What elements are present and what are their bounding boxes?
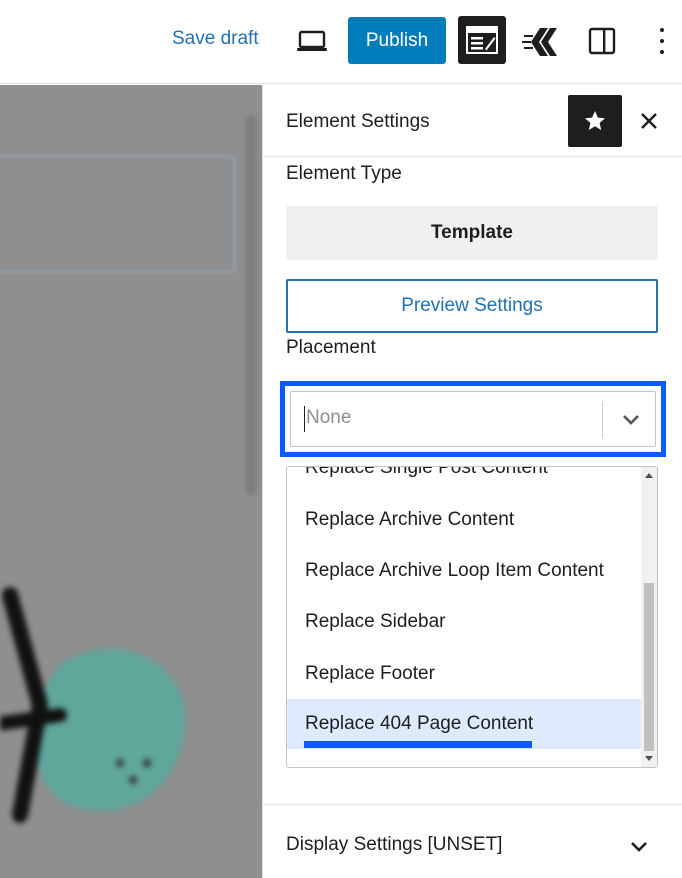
- display-settings-label: Display Settings [UNSET]: [286, 834, 503, 855]
- placement-select-focus-ring: None: [280, 381, 666, 457]
- more-options-button[interactable]: [648, 24, 676, 58]
- dropdown-option[interactable]: Replace Single Post Content: [287, 467, 641, 493]
- dropdown-option[interactable]: Replace Archive Loop Item Content: [287, 546, 641, 596]
- kadence-blocks-button[interactable]: [522, 22, 562, 62]
- sidebar-icon: [588, 27, 616, 55]
- close-sidebar-button[interactable]: [635, 107, 663, 135]
- kadence-logo-icon: [522, 28, 557, 56]
- annotation-underline: [304, 741, 532, 748]
- close-icon: [641, 113, 657, 129]
- pin-favorite-button[interactable]: [568, 95, 622, 147]
- more-dot-icon: [660, 50, 664, 54]
- dropdown-scrollbar-thumb[interactable]: [644, 583, 654, 751]
- element-type-value: Template: [286, 206, 658, 260]
- select-separator: [602, 402, 603, 438]
- decorative-illustration: [0, 587, 186, 823]
- sidebar-header: Element Settings: [263, 85, 682, 157]
- editor-canvas: [0, 85, 262, 878]
- placement-dropdown-menu: Replace Single Post Content Replace Arch…: [286, 466, 658, 768]
- text-cursor: [304, 406, 305, 432]
- preview-device-button[interactable]: [294, 24, 330, 58]
- star-icon: [585, 111, 605, 130]
- placement-select[interactable]: None: [290, 391, 656, 447]
- dropdown-option[interactable]: Replace Archive Content: [287, 495, 641, 545]
- dropdown-option[interactable]: Replace Sidebar: [287, 597, 641, 647]
- canvas-block-frame: [0, 155, 236, 273]
- more-dot-icon: [660, 28, 664, 32]
- scroll-down-arrow-icon[interactable]: [645, 756, 653, 761]
- publish-button[interactable]: Publish: [348, 17, 446, 64]
- laptop-icon: [297, 30, 327, 51]
- generatepress-elements-button[interactable]: [458, 16, 506, 64]
- element-type-label: Element Type: [286, 163, 402, 184]
- dropdown-option[interactable]: Replace Footer: [287, 649, 641, 699]
- display-settings-panel-toggle[interactable]: Display Settings [UNSET]: [263, 804, 682, 878]
- chevron-down-icon[interactable]: [621, 410, 641, 430]
- settings-sidebar-toggle[interactable]: [586, 24, 618, 58]
- sidebar-title: Element Settings: [286, 111, 430, 132]
- element-layout-icon: [466, 26, 498, 54]
- element-settings-sidebar: Element Settings Element Type Template P…: [262, 85, 682, 878]
- canvas-scrollbar: [246, 115, 256, 495]
- save-draft-button[interactable]: Save draft: [172, 28, 259, 50]
- chevron-down-icon: [631, 842, 647, 852]
- more-dot-icon: [660, 39, 664, 43]
- preview-settings-button[interactable]: Preview Settings: [286, 279, 658, 333]
- scroll-up-arrow-icon[interactable]: [645, 473, 653, 478]
- placement-label: Placement: [286, 337, 376, 358]
- editor-toolbar: Save draft Publish: [0, 0, 682, 84]
- placement-select-placeholder: None: [306, 407, 352, 428]
